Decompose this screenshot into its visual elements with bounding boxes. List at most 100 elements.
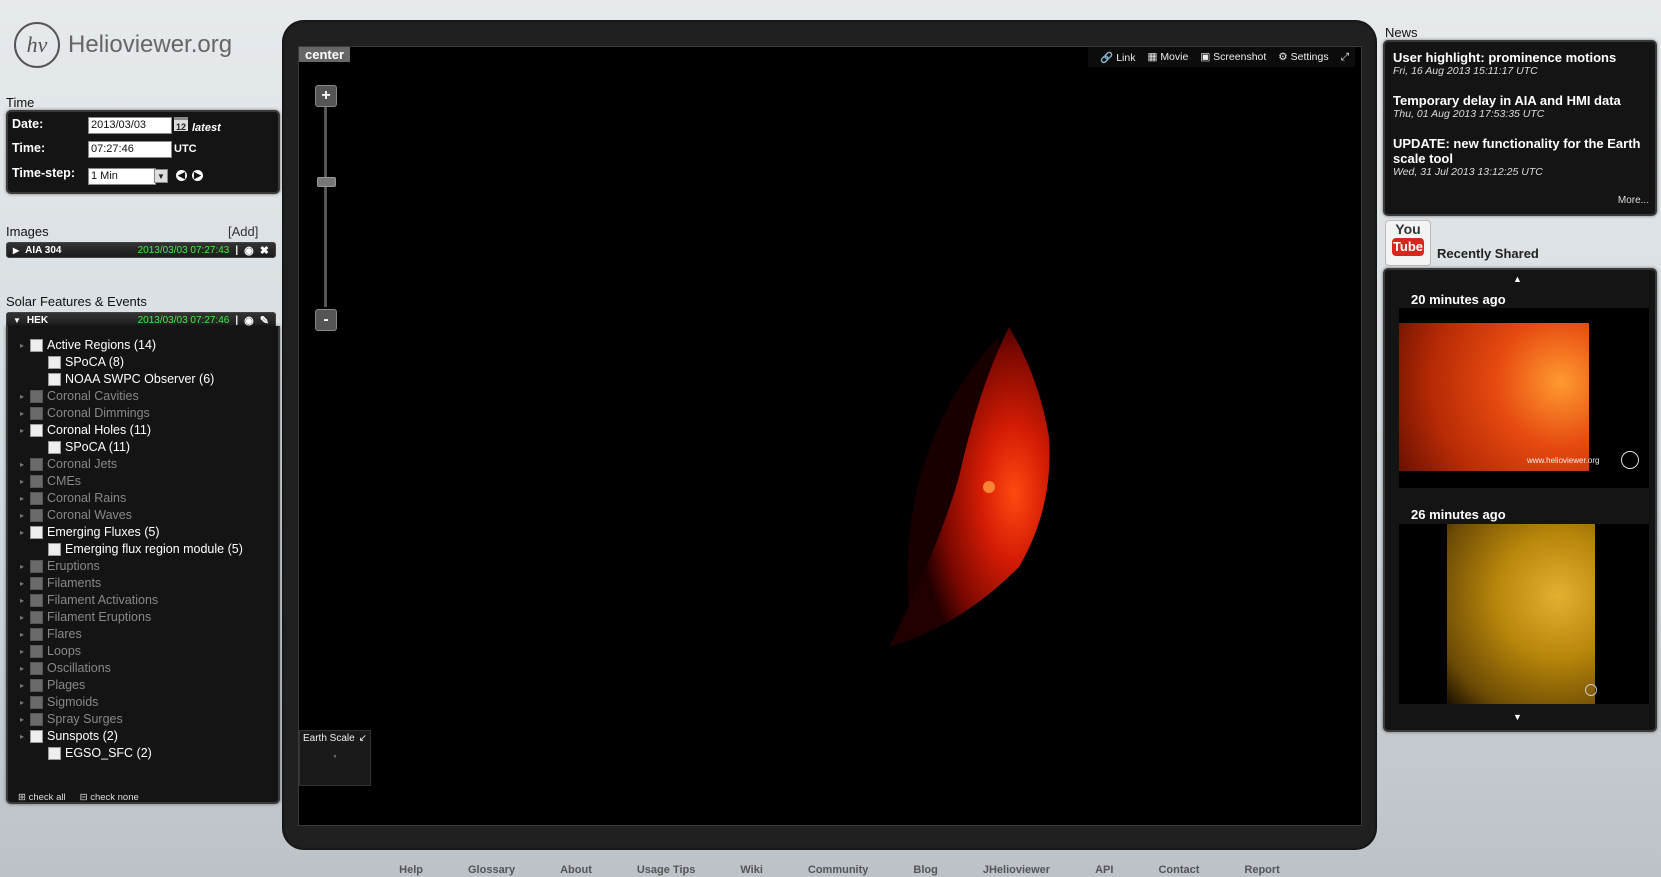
news-title[interactable]: User highlight: prominence motions bbox=[1393, 50, 1651, 65]
time-input[interactable]: 07:27:46 bbox=[88, 141, 172, 158]
event-type-item[interactable]: ▸ Coronal Dimmings bbox=[18, 406, 150, 420]
event-checkbox[interactable] bbox=[30, 593, 43, 607]
event-type-item[interactable]: ▸ Eruptions bbox=[18, 559, 100, 573]
expand-triangle-icon[interactable]: ▸ bbox=[18, 477, 26, 486]
arrow-right-icon[interactable]: ▶ bbox=[192, 170, 203, 181]
calendar-icon[interactable]: 12 bbox=[174, 117, 188, 132]
timestep-select[interactable]: 1 Min bbox=[88, 168, 156, 185]
event-type-item[interactable]: Emerging flux region module (5) bbox=[48, 542, 243, 556]
event-type-item[interactable]: ▸ Oscillations bbox=[18, 661, 111, 675]
event-checkbox[interactable] bbox=[30, 729, 43, 743]
event-checkbox[interactable] bbox=[30, 338, 43, 352]
event-type-item[interactable]: EGSO_SFC (2) bbox=[48, 746, 152, 760]
youtube-icon[interactable]: You Tube bbox=[1385, 220, 1431, 266]
event-type-item[interactable]: SPoCA (8) bbox=[48, 355, 124, 369]
event-checkbox[interactable] bbox=[30, 559, 43, 573]
eye-icon[interactable]: ◉ bbox=[244, 244, 254, 257]
footer-link[interactable]: Wiki bbox=[722, 864, 763, 876]
event-type-item[interactable]: ▸ Spray Surges bbox=[18, 712, 123, 726]
event-checkbox[interactable] bbox=[30, 610, 43, 624]
footer-link[interactable]: Report bbox=[1226, 864, 1279, 876]
expand-triangle-icon[interactable]: ▸ bbox=[18, 528, 26, 537]
event-checkbox[interactable] bbox=[48, 746, 61, 760]
footer-link[interactable]: About bbox=[542, 864, 592, 876]
solar-viewport[interactable]: center 🔗 Link ▦ Movie ▣ Screenshot ⚙ Set… bbox=[298, 46, 1362, 826]
event-checkbox[interactable] bbox=[30, 695, 43, 709]
shared-video-thumbnail[interactable] bbox=[1399, 524, 1649, 704]
event-type-item[interactable]: ▸ Filament Activations bbox=[18, 593, 158, 607]
expand-triangle-icon[interactable]: ▸ bbox=[18, 681, 26, 690]
check-all-button[interactable]: ⊞ check all bbox=[18, 792, 66, 803]
more-news-link[interactable]: More... bbox=[1618, 195, 1649, 206]
footer-link[interactable]: Blog bbox=[895, 864, 937, 876]
expand-triangle-icon[interactable]: ▶ bbox=[13, 246, 19, 255]
event-checkbox[interactable] bbox=[30, 423, 43, 437]
footer-link[interactable]: API bbox=[1077, 864, 1113, 876]
event-checkbox[interactable] bbox=[48, 542, 61, 556]
event-type-item[interactable]: ▸ Sunspots (2) bbox=[18, 729, 118, 743]
event-checkbox[interactable] bbox=[30, 457, 43, 471]
event-checkbox[interactable] bbox=[30, 712, 43, 726]
settings-button[interactable]: ⚙ Settings bbox=[1278, 51, 1328, 63]
screenshot-button[interactable]: ▣ Screenshot bbox=[1200, 51, 1266, 63]
expand-triangle-icon[interactable]: ▸ bbox=[18, 715, 26, 724]
expand-triangle-icon[interactable]: ▸ bbox=[18, 579, 26, 588]
event-type-item[interactable]: ▸ Plages bbox=[18, 678, 85, 692]
expand-triangle-icon[interactable]: ▸ bbox=[18, 460, 26, 469]
expand-triangle-icon[interactable]: ▸ bbox=[18, 647, 26, 656]
fullscreen-icon[interactable]: ⤢ bbox=[1341, 51, 1349, 64]
event-type-item[interactable]: ▸ Coronal Cavities bbox=[18, 389, 139, 403]
news-title[interactable]: UPDATE: new functionality for the Earth … bbox=[1393, 136, 1651, 166]
event-checkbox[interactable] bbox=[30, 474, 43, 488]
event-checkbox[interactable] bbox=[30, 661, 43, 675]
close-icon[interactable]: ✖ bbox=[260, 244, 269, 257]
event-type-item[interactable]: NOAA SWPC Observer (6) bbox=[48, 372, 214, 386]
event-checkbox[interactable] bbox=[30, 644, 43, 658]
event-type-item[interactable]: ▸ Active Regions (14) bbox=[18, 338, 156, 352]
event-type-item[interactable]: ▸ Sigmoids bbox=[18, 695, 98, 709]
center-button[interactable]: center bbox=[299, 47, 351, 62]
check-none-button[interactable]: ⊟ check none bbox=[80, 792, 139, 803]
earth-scale-panel[interactable]: Earth Scale ↙ ° bbox=[299, 730, 371, 786]
zoom-slider-handle[interactable] bbox=[317, 177, 336, 187]
expand-triangle-icon[interactable]: ▸ bbox=[18, 494, 26, 503]
news-item[interactable]: Temporary delay in AIA and HMI data Thu,… bbox=[1393, 93, 1651, 120]
expand-triangle-icon[interactable]: ▸ bbox=[18, 596, 26, 605]
expand-triangle-icon[interactable]: ▸ bbox=[18, 426, 26, 435]
event-checkbox[interactable] bbox=[30, 389, 43, 403]
footer-link[interactable]: Help bbox=[381, 864, 423, 876]
expand-triangle-icon[interactable]: ▸ bbox=[18, 409, 26, 418]
event-checkbox[interactable] bbox=[30, 627, 43, 641]
expand-triangle-icon[interactable]: ▸ bbox=[18, 732, 26, 741]
event-type-item[interactable]: ▸ Filament Eruptions bbox=[18, 610, 151, 624]
footer-link[interactable]: Glossary bbox=[450, 864, 515, 876]
event-checkbox[interactable] bbox=[48, 355, 61, 369]
expand-triangle-icon[interactable]: ▸ bbox=[18, 698, 26, 707]
expand-triangle-icon[interactable]: ▸ bbox=[18, 511, 26, 520]
event-type-item[interactable]: ▸ Loops bbox=[18, 644, 81, 658]
logo[interactable]: hv Helioviewer.org bbox=[14, 22, 232, 68]
movie-button[interactable]: ▦ Movie bbox=[1147, 51, 1188, 63]
image-layer-row[interactable]: ▶ AIA 304 2013/03/03 07:27:43 | ◉ ✖ bbox=[6, 242, 276, 258]
event-checkbox[interactable] bbox=[30, 508, 43, 522]
date-input[interactable]: 2013/03/03 bbox=[88, 117, 172, 134]
event-checkbox[interactable] bbox=[30, 525, 43, 539]
event-type-item[interactable]: ▸ Filaments bbox=[18, 576, 101, 590]
expand-triangle-icon[interactable]: ▸ bbox=[18, 341, 26, 350]
arrow-icon[interactable]: ↙ bbox=[359, 733, 367, 744]
arrow-left-icon[interactable]: ◀ bbox=[176, 170, 187, 181]
event-type-item[interactable]: ▸ Coronal Rains bbox=[18, 491, 126, 505]
event-type-item[interactable]: ▸ Coronal Jets bbox=[18, 457, 117, 471]
news-item[interactable]: UPDATE: new functionality for the Earth … bbox=[1393, 136, 1651, 178]
expand-triangle-icon[interactable]: ▸ bbox=[18, 392, 26, 401]
collapse-triangle-icon[interactable]: ▼ bbox=[13, 316, 21, 325]
event-type-item[interactable]: ▸ Coronal Holes (11) bbox=[18, 423, 151, 437]
zoom-in-button[interactable]: + bbox=[315, 85, 337, 107]
footer-link[interactable]: Contact bbox=[1140, 864, 1199, 876]
scroll-down-icon[interactable]: ▼ bbox=[1513, 712, 1522, 722]
event-checkbox[interactable] bbox=[48, 440, 61, 454]
zoom-slider-track[interactable] bbox=[324, 107, 327, 307]
add-layer-button[interactable]: [Add] bbox=[228, 224, 258, 239]
news-item[interactable]: User highlight: prominence motions Fri, … bbox=[1393, 50, 1651, 77]
news-title[interactable]: Temporary delay in AIA and HMI data bbox=[1393, 93, 1651, 108]
